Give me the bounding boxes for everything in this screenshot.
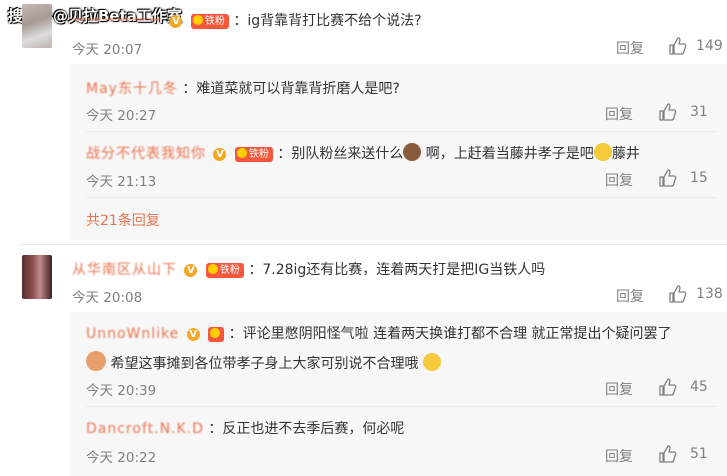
verified-icon: V: [169, 14, 183, 28]
like-count: 31: [690, 104, 708, 120]
reply-text-mid: 啊，上赶着当藤井孝子是吧: [421, 146, 594, 162]
fan-badge: 铁粉: [205, 262, 244, 278]
timestamp: 今天 20:39: [86, 383, 157, 399]
reply-button[interactable]: 回复: [616, 286, 644, 306]
like-count: 15: [690, 170, 708, 186]
username[interactable]: 一一一一一一: [72, 13, 162, 29]
reply-header: UnnoWnlike V ：评论里憋阴阳怪气啦 连着两天换谁打都不合理 就正常提…: [86, 323, 672, 343]
reply-text: ：反正也进不去季后赛，何必呢: [208, 421, 405, 437]
thinking-emoji-icon: [593, 143, 612, 161]
grin-emoji-icon: [422, 353, 441, 371]
reply-text: ：别队粉丝来送什么: [277, 146, 404, 162]
like-icon[interactable]: [668, 36, 688, 56]
crown-icon: [192, 14, 203, 25]
timestamp: 今天 20:27: [86, 108, 157, 124]
reply-button[interactable]: 回复: [605, 104, 633, 124]
like-icon[interactable]: [658, 444, 678, 464]
username[interactable]: UnnoWnlike: [86, 326, 179, 342]
fan-badge-label: 铁粉: [248, 148, 269, 160]
reply-button[interactable]: 回复: [605, 379, 633, 399]
fan-badge: 铁粉: [234, 146, 273, 162]
like-count: 45: [690, 379, 708, 395]
username[interactable]: Dancroft.N.K.D: [86, 421, 204, 437]
timestamp: 今天 20:22: [86, 450, 157, 466]
username[interactable]: 战分不代表我知你: [86, 146, 206, 162]
verified-icon: V: [186, 327, 200, 341]
reply-header: May东十几冬 ：难道菜就可以背靠背折磨人是吧?: [86, 78, 400, 98]
reply-button[interactable]: 回复: [605, 170, 633, 190]
reply-text: ：评论里憋阴阳怪气啦 连着两天换谁打都不合理 就正常提出个疑问罢了: [228, 326, 672, 342]
like-count: 51: [690, 446, 708, 462]
username[interactable]: 从华南区从山下: [72, 262, 177, 278]
comment-text: ：7.28ig还有比赛，连着两天打是把IG当铁人吗: [248, 262, 546, 278]
reply-header: 战分不代表我知你 V 铁粉 ：别队粉丝来送什么 啊，上赶着当藤井孝子是吧 藤井: [86, 143, 640, 163]
reply-text-line2: 希望这事摊到各位带孝子身上大家可别说不合理哦: [86, 351, 441, 373]
fan-badge: 铁粉: [190, 13, 229, 29]
crown-icon: [210, 327, 221, 338]
like-icon[interactable]: [658, 102, 678, 122]
reply-text: ：难道菜就可以背靠背折磨人是吧?: [182, 81, 400, 97]
crown-icon: [236, 147, 247, 158]
comment-header: 从华南区从山下 V 铁粉 ：7.28ig还有比赛，连着两天打是把IG当铁人吗: [72, 259, 545, 279]
reply-button[interactable]: 回复: [605, 446, 633, 466]
comment-text: ：ig背靠背打比赛不给个说法?: [233, 13, 422, 29]
divider: [86, 131, 716, 132]
comment-header: 一一一一一一 V 铁粉 ：ig背靠背打比赛不给个说法?: [72, 10, 422, 30]
crown-icon: [207, 263, 218, 274]
reply-button[interactable]: 回复: [616, 38, 644, 58]
like-icon[interactable]: [658, 168, 678, 188]
divider: [86, 406, 716, 407]
verified-icon: V: [213, 147, 227, 161]
more-replies-link[interactable]: 共21条回复: [86, 210, 160, 230]
fan-badge-label: 铁粉: [219, 264, 240, 276]
like-icon[interactable]: [668, 284, 688, 304]
verified-icon: V: [184, 263, 198, 277]
avatar[interactable]: [22, 4, 52, 48]
fan-badge: [208, 326, 225, 342]
timestamp: 今天 20:07: [72, 42, 143, 58]
fan-badge-label: 铁粉: [204, 15, 225, 27]
timestamp: 今天 20:08: [72, 290, 143, 306]
reply-text-end: 藤井: [611, 146, 640, 162]
reply-text-cont: 希望这事摊到各位带孝子身上大家可别说不合理哦: [110, 356, 419, 372]
divider: [86, 197, 716, 198]
username[interactable]: May东十几冬: [86, 81, 178, 97]
face-emoji-icon: [403, 143, 422, 161]
reply-header: Dancroft.N.K.D ：反正也进不去季后赛，何必呢: [86, 418, 404, 438]
timestamp: 今天 21:13: [86, 174, 157, 190]
divider: [20, 244, 727, 245]
like-icon[interactable]: [658, 377, 678, 397]
avatar[interactable]: [22, 255, 52, 299]
like-count: 138: [696, 286, 723, 302]
like-count: 149: [696, 38, 723, 54]
doll-emoji-icon: [86, 351, 106, 371]
